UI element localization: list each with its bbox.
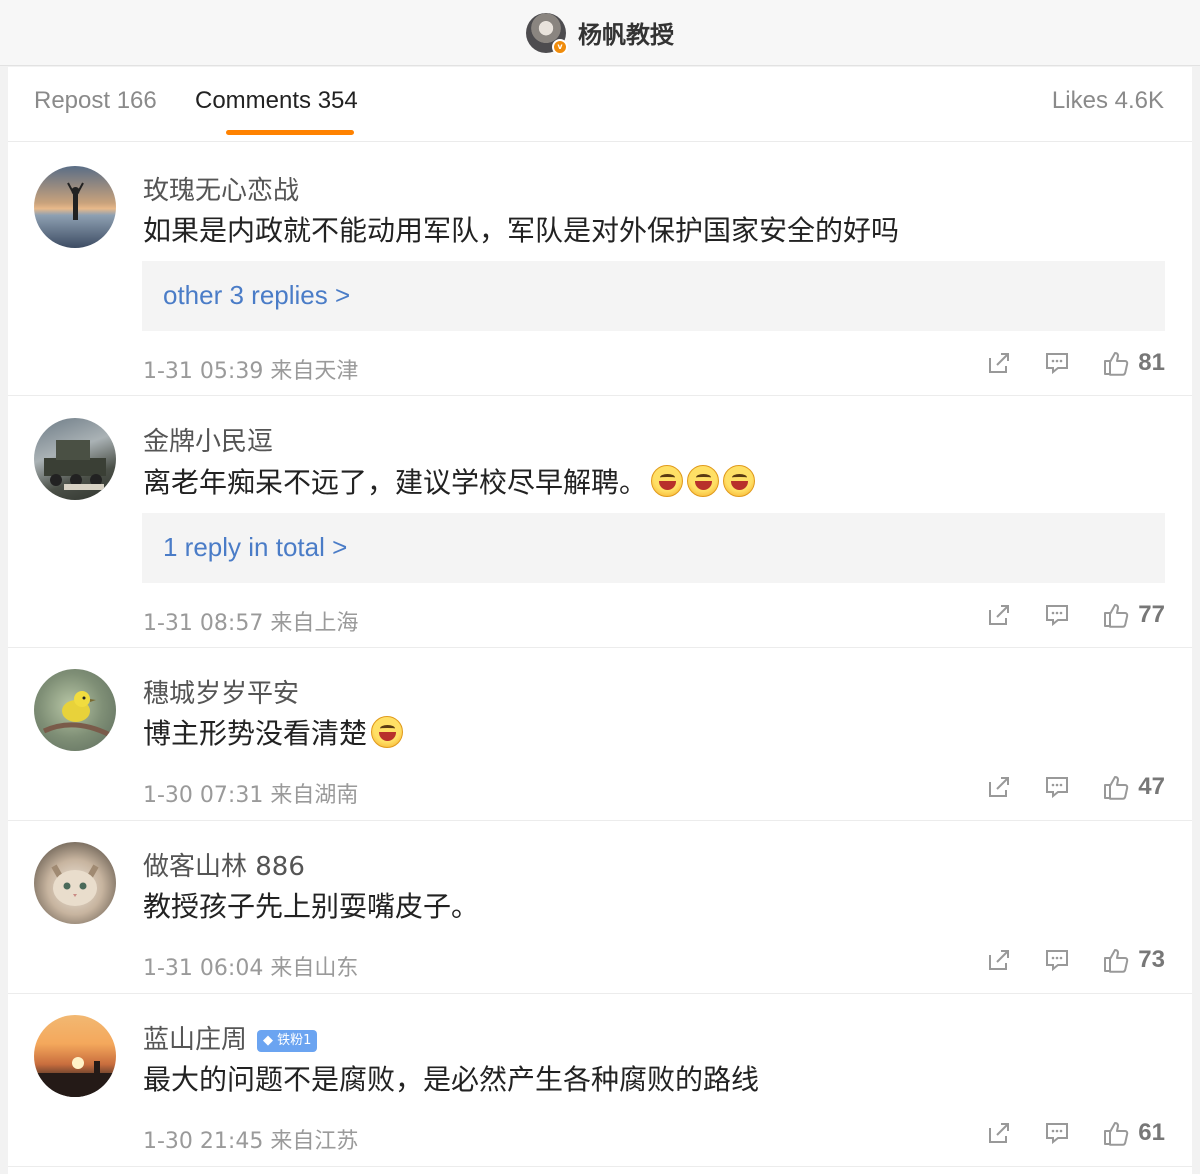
comment-actions: 77: [954, 601, 1165, 629]
comments-card: Repost 166 Comments 354 Likes 4.6K 玫瑰无心恋…: [8, 67, 1192, 1174]
tab-bar: Repost 166 Comments 354 Likes 4.6K: [8, 67, 1192, 142]
like-count: 73: [1138, 946, 1165, 973]
comment-icon[interactable]: [1044, 350, 1070, 376]
like-count: 47: [1138, 773, 1165, 800]
fan-badge-label: 铁粉1: [277, 1033, 312, 1048]
comment-username[interactable]: 金牌小民逗: [143, 421, 273, 458]
comment-icon[interactable]: [1044, 602, 1070, 628]
comment-item: 穗城岁岁平安 博主形势没看清楚 1-30 07:31 来自湖南 47: [8, 648, 1192, 821]
sunset-image: [34, 1057, 116, 1097]
comment-text-content: 离老年痴呆不远了，建议学校尽早解聘。: [143, 466, 648, 499]
cat-image: [51, 864, 99, 906]
military-vehicle-image: [44, 440, 106, 490]
like-count: 81: [1138, 349, 1165, 376]
comment-username[interactable]: 穗城岁岁平安: [143, 673, 299, 710]
share-icon[interactable]: [986, 1120, 1012, 1146]
tab-likes[interactable]: Likes 4.6K: [1052, 87, 1164, 115]
comment-username[interactable]: 蓝山庄周 ◆ 铁粉1: [143, 1019, 318, 1056]
comment-meta: 1-31 08:57 来自上海: [143, 611, 359, 636]
comment-actions: 61: [954, 1119, 1165, 1147]
thumbs-up-icon: [1104, 352, 1129, 376]
comment-username[interactable]: 玫瑰无心恋战: [143, 170, 299, 207]
active-tab-indicator: [226, 130, 354, 135]
avatar[interactable]: [34, 842, 116, 924]
replies-link-label: other 3 replies >: [163, 280, 351, 310]
replies-link[interactable]: 1 reply in total >: [142, 513, 1165, 583]
comment-text: 最大的问题不是腐败，是必然产生各种腐败的路线: [143, 1063, 760, 1096]
comment-icon[interactable]: [1044, 1120, 1070, 1146]
like-button[interactable]: 61: [1102, 1119, 1165, 1147]
avatar[interactable]: [34, 1015, 116, 1097]
thumbs-up-icon: [1104, 1122, 1129, 1146]
profile-username[interactable]: 杨帆教授: [578, 15, 674, 50]
avatar[interactable]: [34, 669, 116, 751]
comment-meta: 1-31 06:04 来自山东: [143, 956, 359, 981]
comment-item: 玫瑰无心恋战 如果是内政就不能动用军队，军队是对外保护国家安全的好吗 other…: [8, 143, 1192, 396]
comment-username-text: 蓝山庄周: [143, 1025, 248, 1055]
yellow-bird-image: [42, 691, 112, 738]
like-count: 77: [1138, 601, 1165, 628]
profile-avatar[interactable]: v: [526, 12, 568, 55]
like-button[interactable]: 77: [1102, 601, 1165, 629]
comment-text: 博主形势没看清楚: [143, 712, 404, 752]
silhouette-figure: [67, 182, 84, 220]
replies-link-label: 1 reply in total >: [163, 532, 348, 562]
comment-item: 做客山林 886 教授孩子先上别耍嘴皮子。 1-31 06:04 来自山东 73: [8, 821, 1192, 994]
thumbs-up-icon: [1104, 776, 1129, 800]
comment-item: 金牌小民逗 离老年痴呆不远了，建议学校尽早解聘。 1 reply in tota…: [8, 396, 1192, 648]
tab-comments[interactable]: Comments 354: [195, 87, 358, 115]
replies-link[interactable]: other 3 replies >: [142, 261, 1165, 331]
like-button[interactable]: 81: [1102, 349, 1165, 377]
share-icon[interactable]: [986, 350, 1012, 376]
crying-laughing-emoji-icon: [371, 716, 404, 748]
comment-text: 教授孩子先上别耍嘴皮子。: [143, 890, 480, 923]
comment-item: 蓝山庄周 ◆ 铁粉1 最大的问题不是腐败，是必然产生各种腐败的路线 1-30 21…: [8, 994, 1192, 1167]
comment-username[interactable]: 做客山林 886: [143, 846, 305, 883]
comment-meta: 1-30 21:45 来自江苏: [143, 1129, 359, 1154]
laughing-emoji-icon: [723, 465, 756, 497]
comment-text: 离老年痴呆不远了，建议学校尽早解聘。: [143, 461, 756, 501]
comment-meta: 1-30 07:31 来自湖南: [143, 783, 359, 808]
comment-meta: 1-31 05:39 来自天津: [143, 359, 359, 384]
share-icon[interactable]: [986, 774, 1012, 800]
share-icon[interactable]: [986, 947, 1012, 973]
laughing-emoji-icon: [687, 465, 720, 497]
thumbs-up-icon: [1104, 949, 1129, 973]
profile-header: v 杨帆教授: [0, 0, 1200, 66]
avatar[interactable]: [34, 418, 116, 500]
comment-actions: 73: [954, 946, 1165, 974]
verified-badge-icon: v: [552, 38, 568, 55]
comment-text: 如果是内政就不能动用军队，军队是对外保护国家安全的好吗: [143, 214, 900, 247]
comment-actions: 47: [954, 773, 1165, 801]
like-count: 61: [1138, 1119, 1165, 1146]
avatar[interactable]: [34, 166, 116, 248]
thumbs-up-icon: [1104, 604, 1129, 628]
comment-icon[interactable]: [1044, 947, 1070, 973]
fan-badge: ◆ 铁粉1: [257, 1030, 318, 1052]
tab-repost[interactable]: Repost 166: [34, 87, 157, 115]
share-icon[interactable]: [986, 602, 1012, 628]
comment-actions: 81: [954, 349, 1165, 377]
like-button[interactable]: 47: [1102, 773, 1165, 801]
comment-text-content: 博主形势没看清楚: [143, 717, 368, 750]
laughing-emoji-icon: [651, 465, 684, 497]
comment-icon[interactable]: [1044, 774, 1070, 800]
like-button[interactable]: 73: [1102, 946, 1165, 974]
